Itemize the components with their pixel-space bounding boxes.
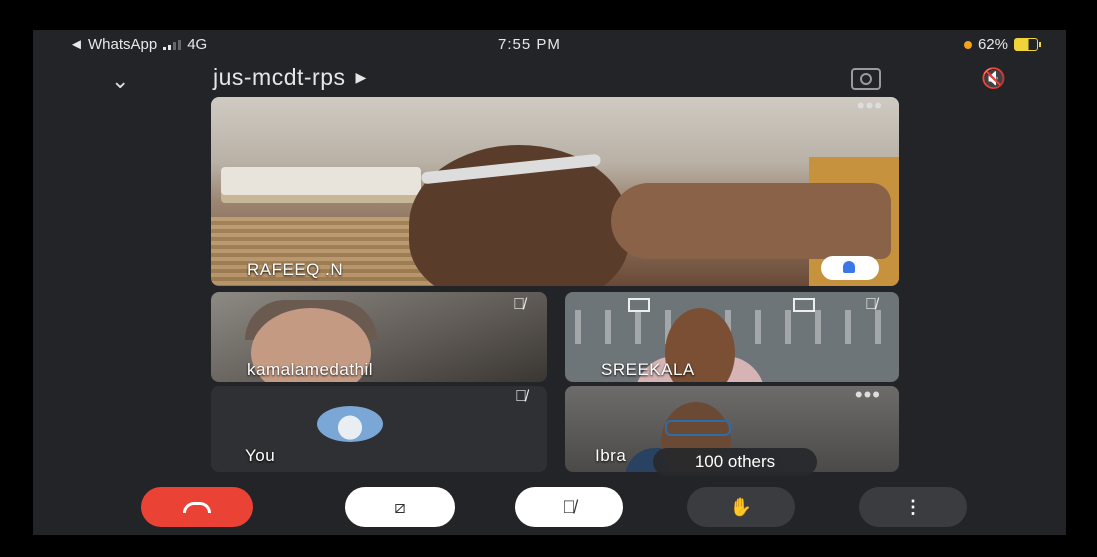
- video-background: [628, 298, 650, 312]
- participant-tile[interactable]: 🎙̸ SREEKALA: [565, 292, 899, 382]
- battery-percent: 62%: [977, 36, 1008, 53]
- status-left: ◄ WhatsApp 4G: [69, 36, 207, 53]
- chevron-down-icon[interactable]: ⌄: [111, 68, 129, 94]
- participant-name: SREEKALA: [601, 360, 695, 379]
- more-options-icon: ⋮: [904, 496, 922, 517]
- back-to-app-link[interactable]: ◄ WhatsApp: [69, 36, 157, 53]
- meeting-title[interactable]: jus-mcdt-rps ▶: [213, 64, 367, 91]
- participant-name: You: [245, 446, 276, 465]
- mic-toggle-button[interactable]: 🎙̸: [515, 487, 623, 527]
- call-header: ⌄ jus-mcdt-rps ▶ 🔇: [33, 64, 1066, 96]
- camera-switch-icon[interactable]: [851, 68, 881, 90]
- hand-icon: ✋: [729, 496, 753, 517]
- others-count-badge[interactable]: 100 others: [653, 448, 817, 476]
- avatar: [317, 406, 383, 442]
- signal-icon: [163, 39, 182, 50]
- battery-icon: [1014, 38, 1041, 51]
- status-right: 62%: [963, 36, 1041, 53]
- caret-right-icon: ▶: [355, 69, 367, 85]
- status-bar: ◄ WhatsApp 4G 7:55 PM 62%: [33, 36, 1066, 56]
- mic-off-icon: 🎙̸: [515, 388, 527, 405]
- meeting-code: jus-mcdt-rps: [213, 64, 346, 90]
- participant-name: kamalamedathil: [247, 360, 374, 379]
- participant-name: Ibra: [595, 446, 627, 465]
- mic-off-icon: 🎙̸: [513, 296, 525, 313]
- video-background: [793, 298, 815, 312]
- participant-video: [611, 183, 891, 259]
- network-type: 4G: [187, 36, 208, 53]
- participant-tile-main[interactable]: ••• RAFEEQ .N: [211, 97, 899, 286]
- meet-call-screen: ◄ WhatsApp 4G 7:55 PM 62% ⌄ jus-mcdt-rps…: [33, 30, 1066, 535]
- mic-off-icon: 🎙̸: [562, 496, 576, 517]
- end-call-button[interactable]: [141, 487, 253, 527]
- status-time: 7:55 PM: [498, 36, 561, 53]
- mic-off-icon: 🎙̸: [865, 296, 877, 313]
- raise-hand-button[interactable]: ✋: [687, 487, 795, 527]
- more-options-icon[interactable]: •••: [857, 97, 883, 117]
- more-options-icon[interactable]: •••: [855, 386, 881, 406]
- recording-dot-icon: [963, 40, 972, 49]
- participant-tile-self[interactable]: 🎙̸ You: [211, 386, 547, 472]
- speaker-off-icon[interactable]: 🔇: [981, 66, 1006, 91]
- participant-tile[interactable]: 🎙̸ kamalamedathil: [211, 292, 547, 382]
- participant-name: RAFEEQ .N: [247, 260, 344, 279]
- camera-toggle-button[interactable]: ⧄: [345, 487, 455, 527]
- video-off-icon: ⧄: [394, 496, 406, 517]
- participant-video: [665, 420, 731, 436]
- pin-icon[interactable]: [821, 256, 879, 280]
- more-options-button[interactable]: ⋮: [859, 487, 967, 527]
- end-call-icon: [183, 501, 211, 513]
- video-background: [221, 167, 421, 195]
